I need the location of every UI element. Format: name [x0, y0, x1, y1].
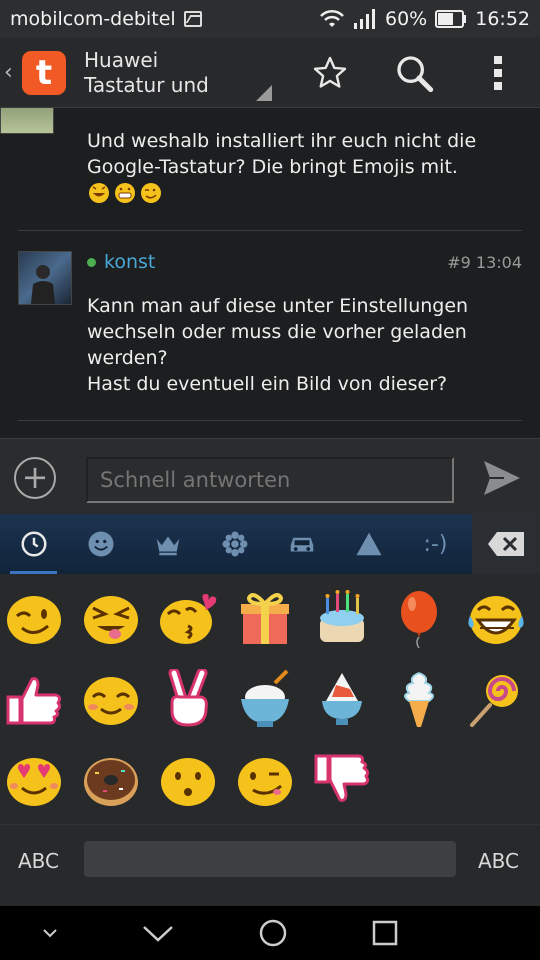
avatar[interactable]	[0, 108, 54, 134]
thread-title-line1: Huawei	[84, 47, 159, 72]
post-meta: #9 13:04	[447, 253, 522, 272]
recent-apps-icon[interactable]	[372, 920, 398, 946]
search-icon	[397, 55, 434, 92]
winking-face-emoji-icon[interactable]	[4, 588, 64, 648]
user-photo	[31, 265, 55, 304]
screenshot-notification-icon	[183, 11, 202, 27]
thread-title[interactable]: Huawei Tastatur und	[84, 47, 272, 101]
victory-hand-emoji-icon[interactable]	[158, 669, 218, 729]
keyboard-bottom-row: ABC ABC	[0, 824, 540, 906]
squinting-tongue-emoji-icon[interactable]	[81, 588, 141, 648]
online-status-dot	[87, 257, 96, 267]
abc-switch-left-button[interactable]: ABC	[18, 849, 59, 873]
quick-reply-input[interactable]	[86, 457, 454, 503]
avatar[interactable]	[18, 251, 72, 305]
post-author[interactable]: konst	[87, 251, 155, 273]
more-vertical-icon	[494, 55, 502, 90]
app-bar: ‹ t Huawei Tastatur und	[0, 38, 540, 108]
post-divider	[18, 420, 522, 421]
hushed-face-emoji-icon[interactable]	[158, 750, 218, 810]
shaved-ice-emoji-icon[interactable]	[312, 669, 372, 729]
car-icon	[290, 537, 313, 552]
triangle-icon	[356, 532, 381, 556]
home-icon[interactable]	[258, 918, 288, 948]
kissing-heart-emoji-icon[interactable]	[158, 588, 218, 648]
abc-switch-right-button[interactable]: ABC	[478, 849, 519, 873]
favorite-button[interactable]	[288, 38, 372, 108]
hide-keyboard-icon[interactable]	[142, 923, 174, 943]
tab-travel[interactable]	[268, 514, 335, 574]
back-chevron-icon[interactable]: ‹	[4, 60, 18, 85]
carrier-name: mobilcom-debitel	[10, 8, 176, 30]
thumbs-up-emoji-icon[interactable]	[4, 669, 64, 729]
add-attachment-button[interactable]: +	[14, 457, 56, 499]
soft-ice-cream-emoji-icon[interactable]	[389, 669, 449, 729]
overflow-menu-button[interactable]	[456, 38, 540, 108]
flower-icon	[222, 531, 247, 557]
star-icon	[313, 56, 347, 88]
system-nav-bar	[0, 906, 540, 960]
quick-reply-bar: +	[0, 438, 540, 514]
search-button[interactable]	[372, 38, 456, 108]
battery-icon	[435, 10, 467, 28]
send-icon[interactable]	[482, 459, 522, 497]
crown-icon	[156, 536, 179, 556]
lollipop-emoji-icon[interactable]	[466, 669, 526, 729]
tab-symbols[interactable]	[335, 514, 402, 574]
tab-recent[interactable]	[0, 514, 67, 574]
author-name: konst	[104, 251, 156, 273]
doughnut-emoji-icon[interactable]	[81, 750, 141, 810]
space-bar[interactable]	[84, 841, 456, 877]
post-time: 13:04	[475, 253, 522, 272]
thread-title-line2: Tastatur und	[84, 72, 209, 97]
gift-emoji-icon[interactable]	[235, 588, 295, 648]
emoji-grid	[0, 574, 540, 824]
post-text: Und weshalb installiert ihr euch nicht d…	[87, 130, 477, 178]
wifi-icon	[320, 9, 344, 27]
emoji-category-tabs: :-)	[0, 514, 540, 574]
grinning-emoji-icon	[115, 183, 135, 203]
balloon-emoji-icon[interactable]	[389, 588, 449, 648]
birthday-cake-emoji-icon[interactable]	[312, 588, 372, 648]
signal-icon	[354, 9, 375, 29]
post-divider	[18, 230, 522, 231]
battery-percent: 60%	[385, 8, 428, 30]
tab-emoticons[interactable]: :-)	[402, 514, 469, 574]
dropdown-corner-icon	[256, 84, 272, 101]
post-number: #9	[447, 253, 471, 272]
tab-objects[interactable]	[134, 514, 201, 574]
thumbs-down-emoji-icon[interactable]	[312, 750, 372, 810]
smiling-blush-emoji-icon[interactable]	[81, 669, 141, 729]
tab-smileys[interactable]	[67, 514, 134, 574]
backspace-icon	[488, 532, 524, 556]
clock: 16:52	[475, 8, 530, 30]
smiley-icon	[88, 531, 113, 557]
tears-of-joy-emoji-icon[interactable]	[466, 588, 526, 648]
winking-emoji-icon	[141, 183, 161, 203]
tab-nature[interactable]	[201, 514, 268, 574]
backspace-button[interactable]	[472, 514, 540, 574]
app-logo[interactable]: t	[22, 50, 66, 95]
post-emojis	[87, 180, 163, 204]
post-text: Kann man auf diese unter Einstellungen w…	[87, 295, 469, 395]
rice-bowl-emoji-icon[interactable]	[235, 669, 295, 729]
post-list[interactable]: Und weshalb installiert ihr euch nicht d…	[0, 108, 540, 438]
clock-icon	[21, 531, 46, 557]
heart-eyes-emoji-icon[interactable]	[4, 750, 64, 810]
laughing-emoji-icon	[89, 183, 109, 203]
collapse-chevron-icon[interactable]	[42, 928, 58, 938]
status-bar: mobilcom-debitel 60% 16:52	[0, 0, 540, 38]
smirk-tongue-emoji-icon[interactable]	[235, 750, 295, 810]
